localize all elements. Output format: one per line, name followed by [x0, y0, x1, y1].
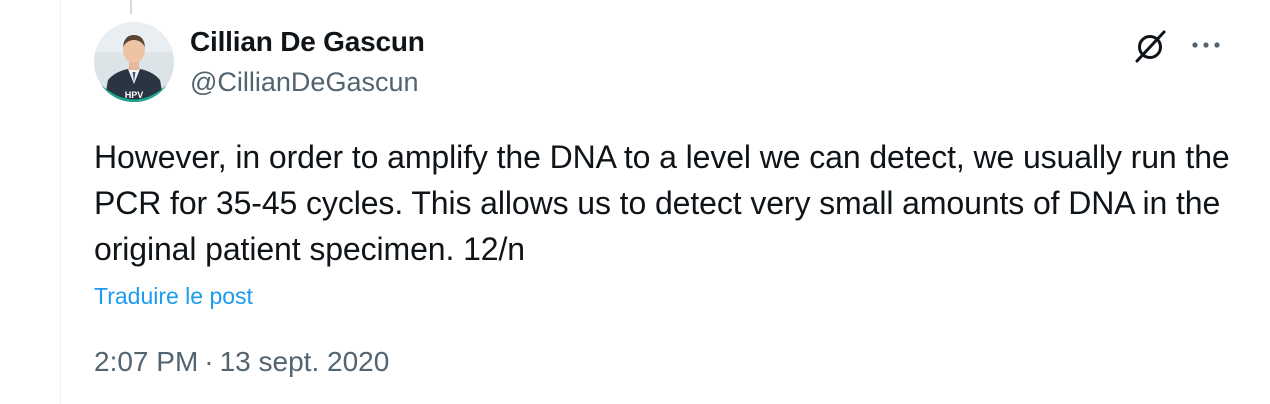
author-handle[interactable]: @CillianDeGascun: [190, 67, 419, 98]
tweet-date[interactable]: 13 sept. 2020: [220, 346, 390, 377]
grok-icon[interactable]: [1131, 26, 1171, 66]
tweet-timestamp[interactable]: 2:07 PM · 13 sept. 2020: [94, 346, 389, 378]
avatar[interactable]: HPV: [94, 22, 174, 102]
tweet-text: However, in order to amplify the DNA to …: [94, 139, 1230, 267]
more-options-icon[interactable]: [1188, 30, 1224, 60]
tweet-time[interactable]: 2:07 PM: [94, 346, 198, 377]
timeline-border: [60, 0, 61, 404]
translate-post-link[interactable]: Traduire le post: [94, 283, 253, 310]
thread-connector-line: [130, 0, 132, 14]
avatar-badge-text: HPV: [125, 90, 144, 100]
author-name[interactable]: Cillian De Gascun: [190, 26, 425, 58]
timestamp-separator: ·: [204, 346, 214, 377]
